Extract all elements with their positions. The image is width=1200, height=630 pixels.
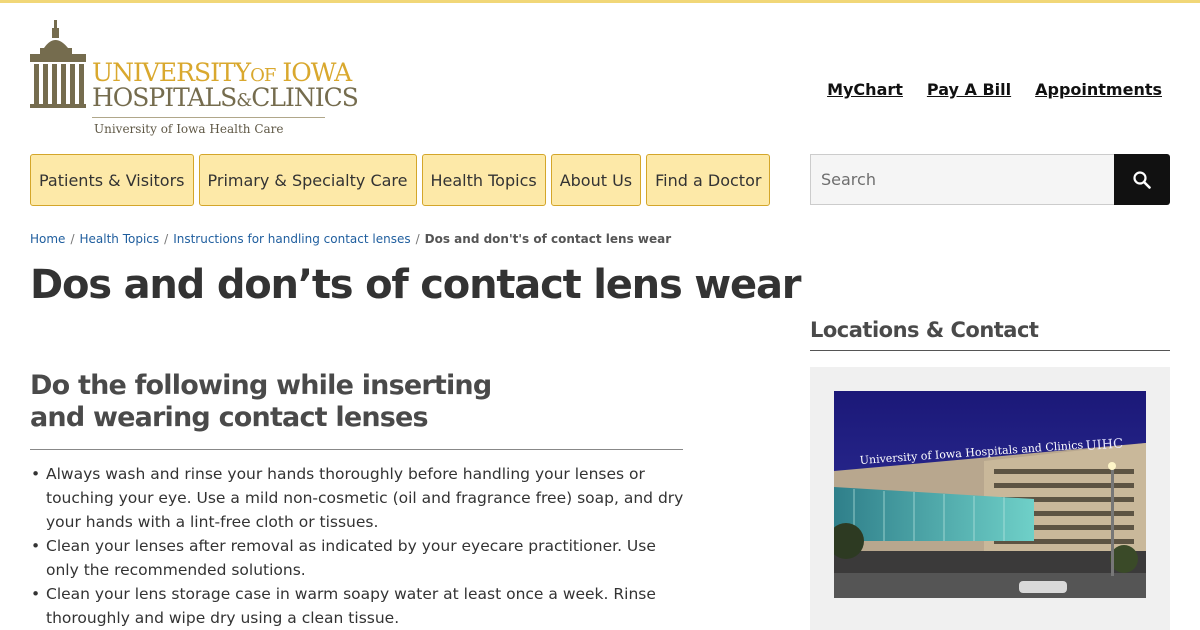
uihc-logo[interactable]: UNIVERSITYOF IOWA HOSPITALS&CLINICS Univ…: [30, 20, 359, 140]
search-button[interactable]: [1114, 154, 1170, 205]
nav-find-a-doctor[interactable]: Find a Doctor: [646, 154, 771, 206]
locations-contact-heading: Locations & Contact: [810, 318, 1039, 342]
utility-nav: MyChart Pay A Bill Appointments: [827, 80, 1162, 99]
dos-list: Always wash and rinse your hands thoroug…: [31, 462, 686, 630]
breadcrumb-current: Dos and don't's of contact lens wear: [424, 232, 672, 246]
list-item: Always wash and rinse your hands thoroug…: [31, 462, 686, 534]
search-input[interactable]: [810, 154, 1115, 205]
nav-patients-visitors[interactable]: Patients & Visitors: [30, 154, 194, 206]
old-capitol-dome-icon: [30, 20, 86, 108]
nav-primary-specialty-care[interactable]: Primary & Specialty Care: [198, 154, 417, 206]
breadcrumb-contact-lenses[interactable]: Instructions for handling contact lenses: [173, 232, 410, 246]
hospital-building-photo[interactable]: University of Iowa Hospitals and Clinics…: [834, 391, 1146, 598]
section-heading: Do the following while inserting and wea…: [30, 370, 492, 433]
top-accent-bar: [0, 0, 1200, 3]
logo-hospitals-text: HOSPITALS&CLINICS: [92, 83, 359, 112]
breadcrumb-separator: /: [415, 232, 420, 246]
logo-subtitle: University of Iowa Health Care: [94, 122, 284, 136]
breadcrumb-separator: /: [164, 232, 169, 246]
list-item: Clean your lens storage case in warm soa…: [31, 582, 686, 630]
mychart-link[interactable]: MyChart: [827, 80, 903, 99]
breadcrumb-health-topics[interactable]: Health Topics: [79, 232, 159, 246]
section-divider: [30, 449, 683, 450]
search-icon: [1133, 170, 1151, 189]
sidebar-divider: [810, 350, 1170, 351]
nav-about-us[interactable]: About Us: [550, 154, 642, 206]
breadcrumb: Home / Health Topics / Instructions for …: [30, 232, 671, 246]
pay-a-bill-link[interactable]: Pay A Bill: [927, 80, 1011, 99]
breadcrumb-separator: /: [70, 232, 75, 246]
page-title: Dos and don’ts of contact lens wear: [30, 262, 801, 308]
logo-divider: [92, 117, 325, 118]
search-form: [810, 154, 1170, 205]
breadcrumb-home[interactable]: Home: [30, 232, 65, 246]
appointments-link[interactable]: Appointments: [1035, 80, 1162, 99]
building-sign-logo: UIHC: [1085, 436, 1123, 454]
main-nav: Patients & Visitors Primary & Specialty …: [30, 154, 771, 206]
nav-health-topics[interactable]: Health Topics: [421, 154, 546, 206]
list-item: Clean your lenses after removal as indic…: [31, 534, 686, 582]
